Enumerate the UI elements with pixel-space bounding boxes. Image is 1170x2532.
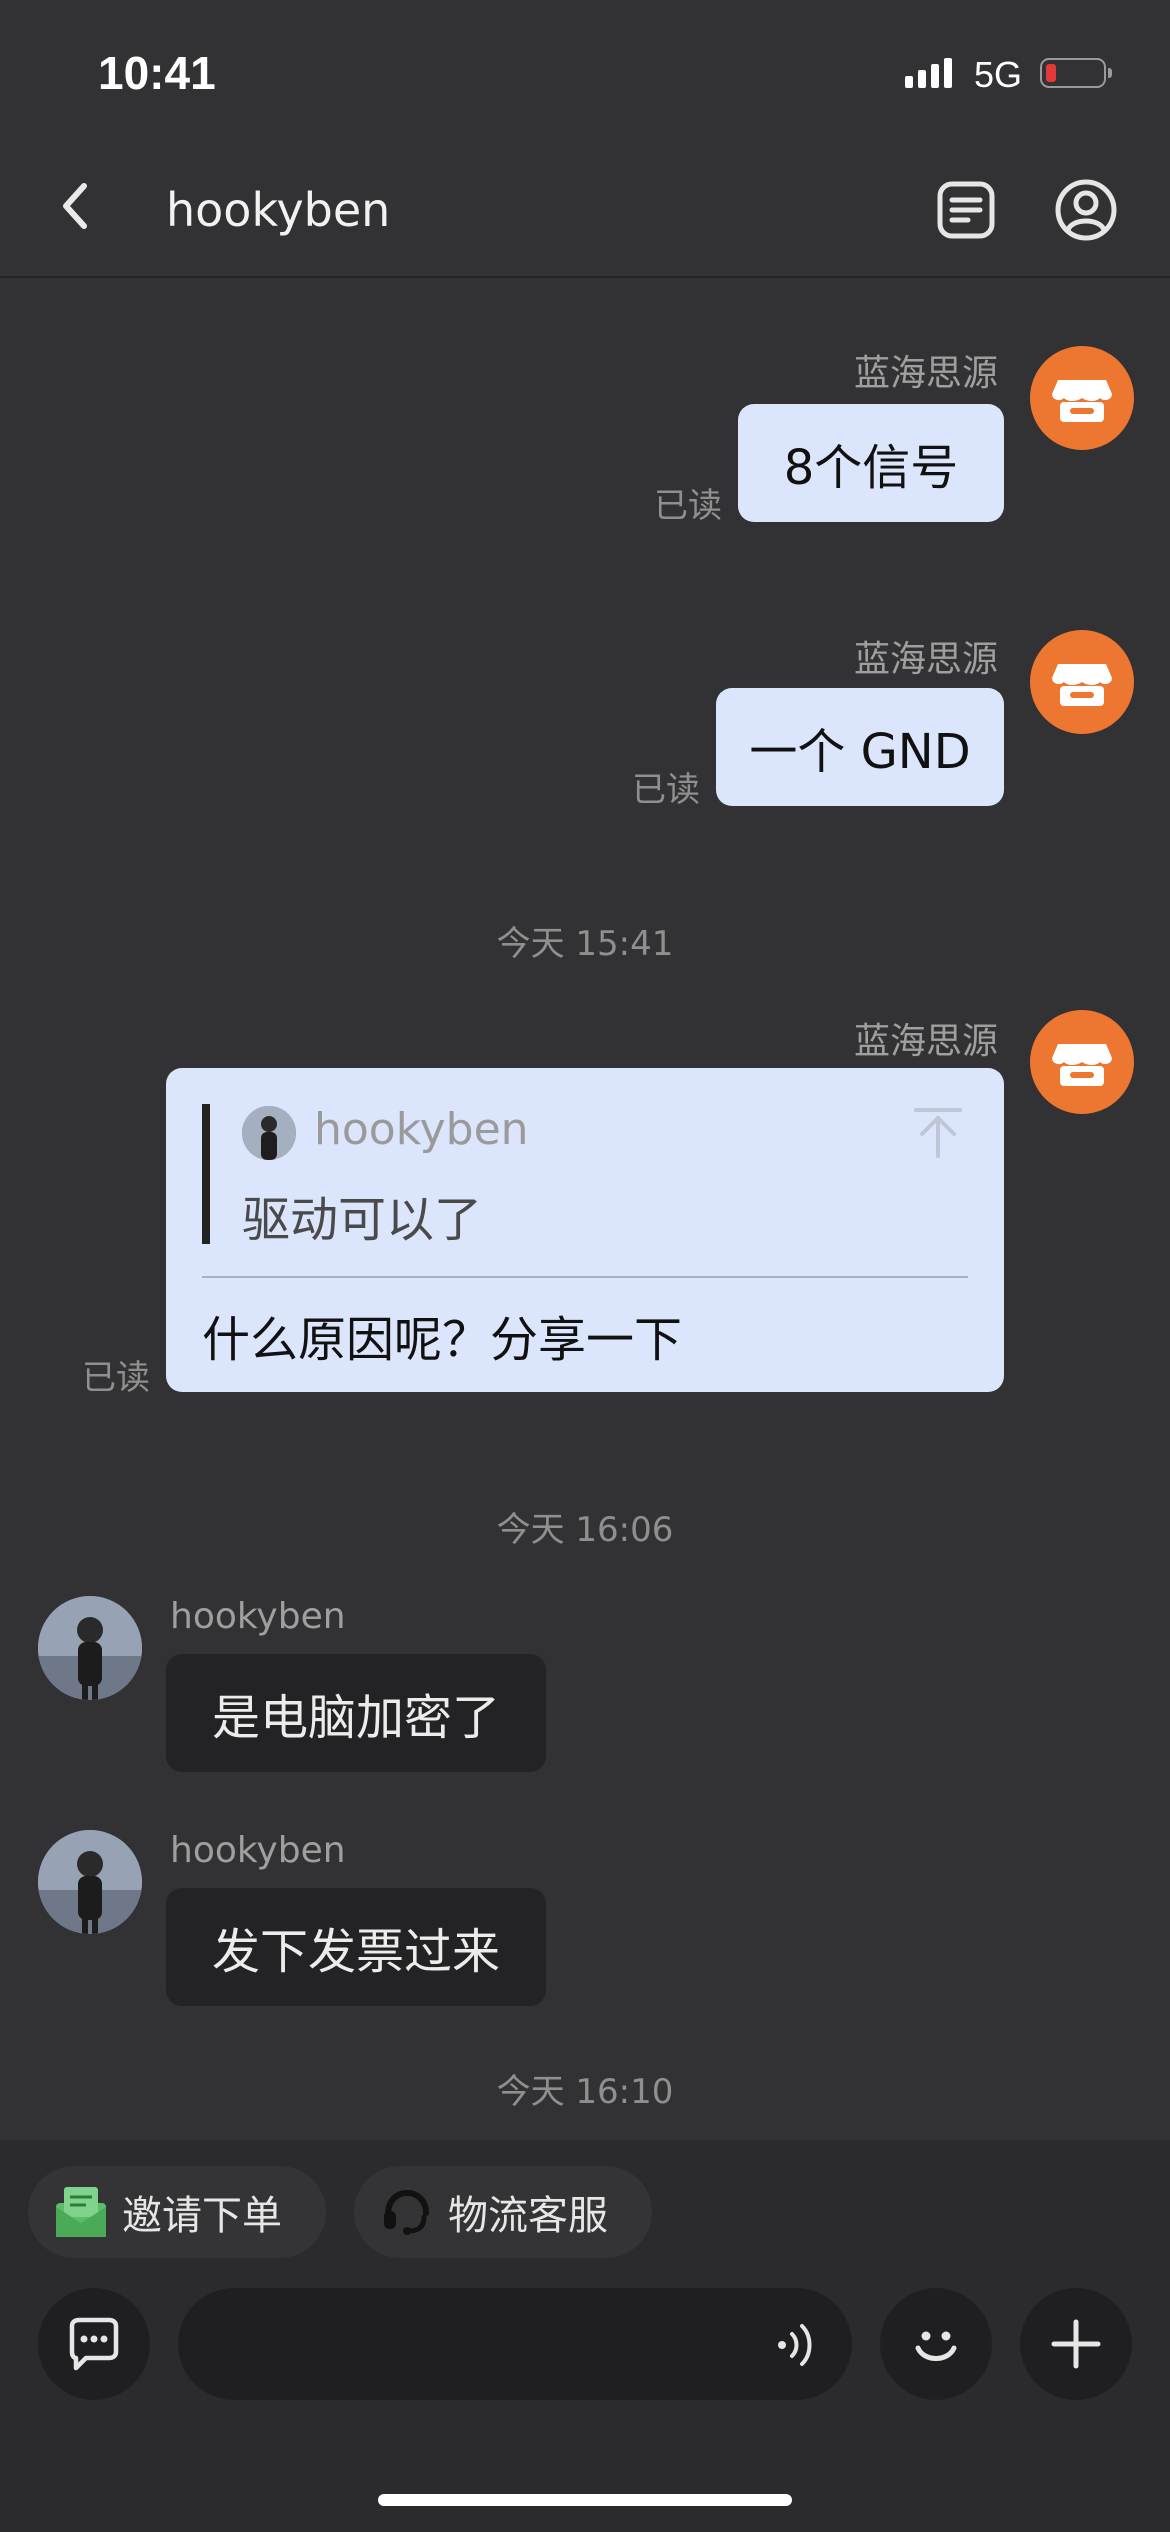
scroll-to-quote-button[interactable] — [910, 1104, 966, 1172]
quote-text: 驱动可以了 — [242, 1192, 483, 1248]
status-time: 10:41 — [98, 47, 216, 99]
more-actions-button[interactable] — [1020, 2288, 1132, 2400]
message-sender: 蓝海思源 — [853, 639, 998, 680]
message-sender: hookyben — [170, 1596, 346, 1637]
message-sender: 蓝海思源 — [853, 353, 998, 394]
read-receipt: 已读 — [82, 1358, 150, 1398]
quoted-message-bubble[interactable]: hookyben 驱动可以了 什么原因呢？分享一下 — [166, 1068, 1004, 1392]
store-icon — [1052, 1044, 1112, 1086]
quote-avatar — [242, 1106, 296, 1160]
shop-avatar[interactable] — [1030, 346, 1134, 450]
network-type: 5G — [974, 54, 1023, 95]
chat-bubble-icon — [69, 2317, 119, 2371]
invite-envelope-icon — [56, 2187, 106, 2237]
message-bubble[interactable]: 发下发票过来 — [166, 1888, 546, 2006]
smile-icon — [915, 2331, 957, 2361]
chat-mode-button[interactable] — [38, 2288, 150, 2400]
timestamp: 今天 16:06 — [496, 1510, 674, 1550]
timestamp: 今天 15:41 — [496, 924, 674, 964]
message-text: 什么原因呢？分享一下 — [202, 1312, 683, 1368]
headset-icon — [384, 2189, 429, 2235]
voice-button[interactable] — [772, 2320, 822, 2374]
plus-icon — [1051, 2319, 1101, 2369]
back-button[interactable] — [48, 176, 108, 236]
shop-avatar[interactable] — [1030, 630, 1134, 734]
chevron-left-icon — [63, 183, 87, 229]
shop-avatar[interactable] — [1030, 1010, 1134, 1114]
arrow-to-top-icon — [914, 1108, 962, 1158]
chat-title: hookyben — [166, 183, 391, 237]
user-avatar[interactable] — [38, 1830, 142, 1934]
header-divider — [0, 276, 1170, 278]
invite-order-chip[interactable]: 邀请下单 — [28, 2166, 326, 2258]
chip-label: 物流客服 — [448, 2193, 608, 2239]
message-bubble[interactable]: 是电脑加密了 — [166, 1654, 546, 1772]
chip-label: 邀请下单 — [122, 2193, 282, 2239]
message-sender: 蓝海思源 — [853, 1021, 998, 1062]
quote-divider — [202, 1276, 968, 1278]
orders-button[interactable] — [934, 178, 998, 242]
emoji-button[interactable] — [880, 2288, 992, 2400]
home-indicator — [378, 2494, 792, 2506]
read-receipt: 已读 — [654, 486, 722, 526]
store-icon — [1052, 380, 1112, 422]
quote-bar — [202, 1104, 210, 1244]
voice-wave-icon — [778, 2324, 812, 2366]
timestamp: 今天 16:10 — [496, 2072, 674, 2112]
profile-button[interactable] — [1054, 178, 1118, 242]
message-input[interactable] — [178, 2288, 852, 2400]
quote-sender: hookyben — [314, 1104, 529, 1155]
store-icon — [1052, 664, 1112, 706]
document-list-icon — [937, 181, 995, 239]
message-bubble[interactable]: 一个 GND — [716, 688, 1004, 806]
message-sender: hookyben — [170, 1830, 346, 1871]
user-avatar[interactable] — [38, 1596, 142, 1700]
logistics-service-chip[interactable]: 物流客服 — [354, 2166, 652, 2258]
read-receipt: 已读 — [632, 770, 700, 810]
battery-icon — [1040, 58, 1112, 88]
user-circle-icon — [1055, 179, 1117, 241]
message-bubble[interactable]: 8个信号 — [738, 404, 1004, 522]
signal-icon — [905, 58, 957, 88]
